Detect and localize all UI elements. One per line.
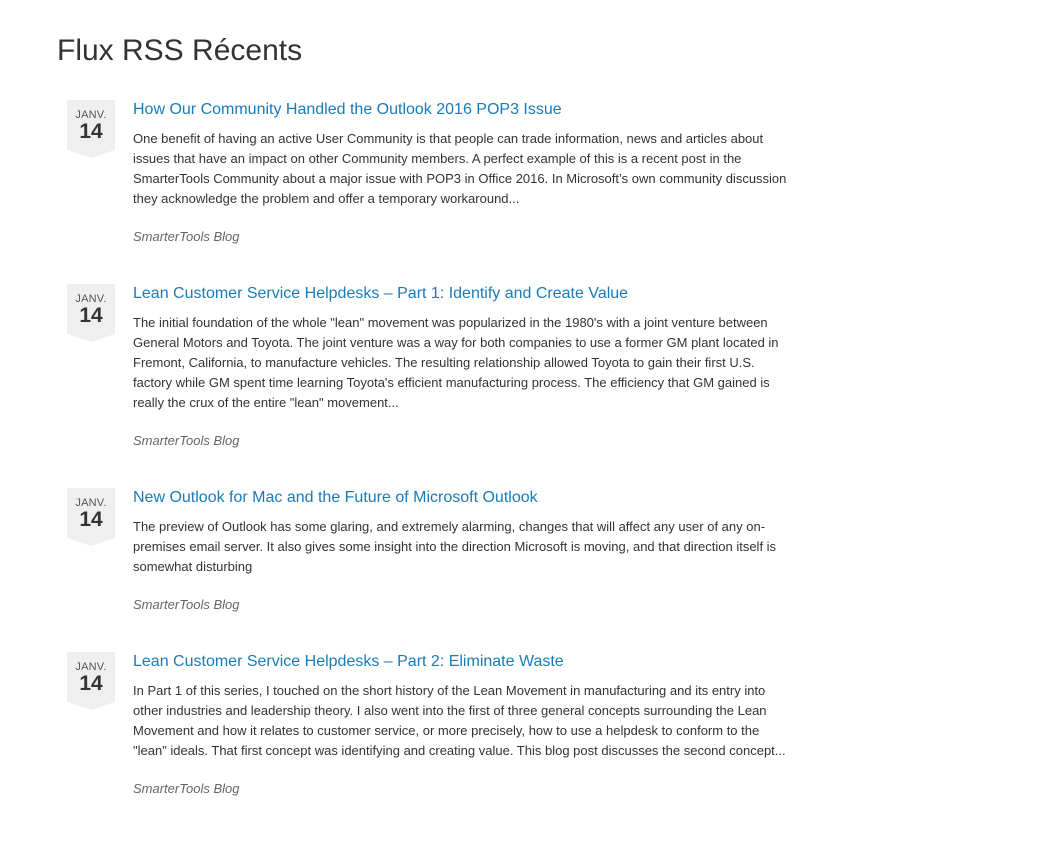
feed-item-title-link[interactable]: Lean Customer Service Helpdesks – Part 1… xyxy=(133,284,793,304)
feed-item: JANV. 14 Lean Customer Service Helpdesks… xyxy=(57,652,793,798)
feed-item-title-link[interactable]: How Our Community Handled the Outlook 20… xyxy=(133,100,793,120)
feed-item-source: SmarterTools Blog xyxy=(133,781,240,796)
feed-item-description: In Part 1 of this series, I touched on t… xyxy=(133,683,786,758)
date-month: JANV. xyxy=(75,497,107,509)
page-title: Flux RSS Récents xyxy=(57,34,303,67)
date-badge: JANV. 14 xyxy=(67,284,115,342)
date-badge: JANV. 14 xyxy=(67,100,115,158)
date-day: 14 xyxy=(79,672,103,695)
date-badge: JANV. 14 xyxy=(67,652,115,710)
feed-item-description: The initial foundation of the whole "lea… xyxy=(133,315,779,410)
feed-item-source: SmarterTools Blog xyxy=(133,229,240,244)
feed-item: JANV. 14 How Our Community Handled the O… xyxy=(57,100,793,246)
feed-item-source: SmarterTools Blog xyxy=(133,433,240,448)
feed-item: JANV. 14 Lean Customer Service Helpdesks… xyxy=(57,284,793,450)
date-month: JANV. xyxy=(75,109,107,121)
date-badge: JANV. 14 xyxy=(67,488,115,546)
feed-item: JANV. 14 New Outlook for Mac and the Fut… xyxy=(57,488,793,614)
feed-item-title-link[interactable]: New Outlook for Mac and the Future of Mi… xyxy=(133,488,793,508)
date-day: 14 xyxy=(79,120,103,143)
feed-item-description: The preview of Outlook has some glaring,… xyxy=(133,519,777,574)
rss-feed-list: JANV. 14 How Our Community Handled the O… xyxy=(57,100,1041,798)
feed-item-description: One benefit of having an active User Com… xyxy=(133,131,787,206)
page: Flux RSS Récents JANV. 14 How Our Commun… xyxy=(0,0,1041,798)
feed-item-title-link[interactable]: Lean Customer Service Helpdesks – Part 2… xyxy=(133,652,793,672)
date-day: 14 xyxy=(79,304,103,327)
feed-item-source: SmarterTools Blog xyxy=(133,597,240,612)
date-day: 14 xyxy=(79,508,103,531)
date-month: JANV. xyxy=(75,293,107,305)
date-month: JANV. xyxy=(75,661,107,673)
